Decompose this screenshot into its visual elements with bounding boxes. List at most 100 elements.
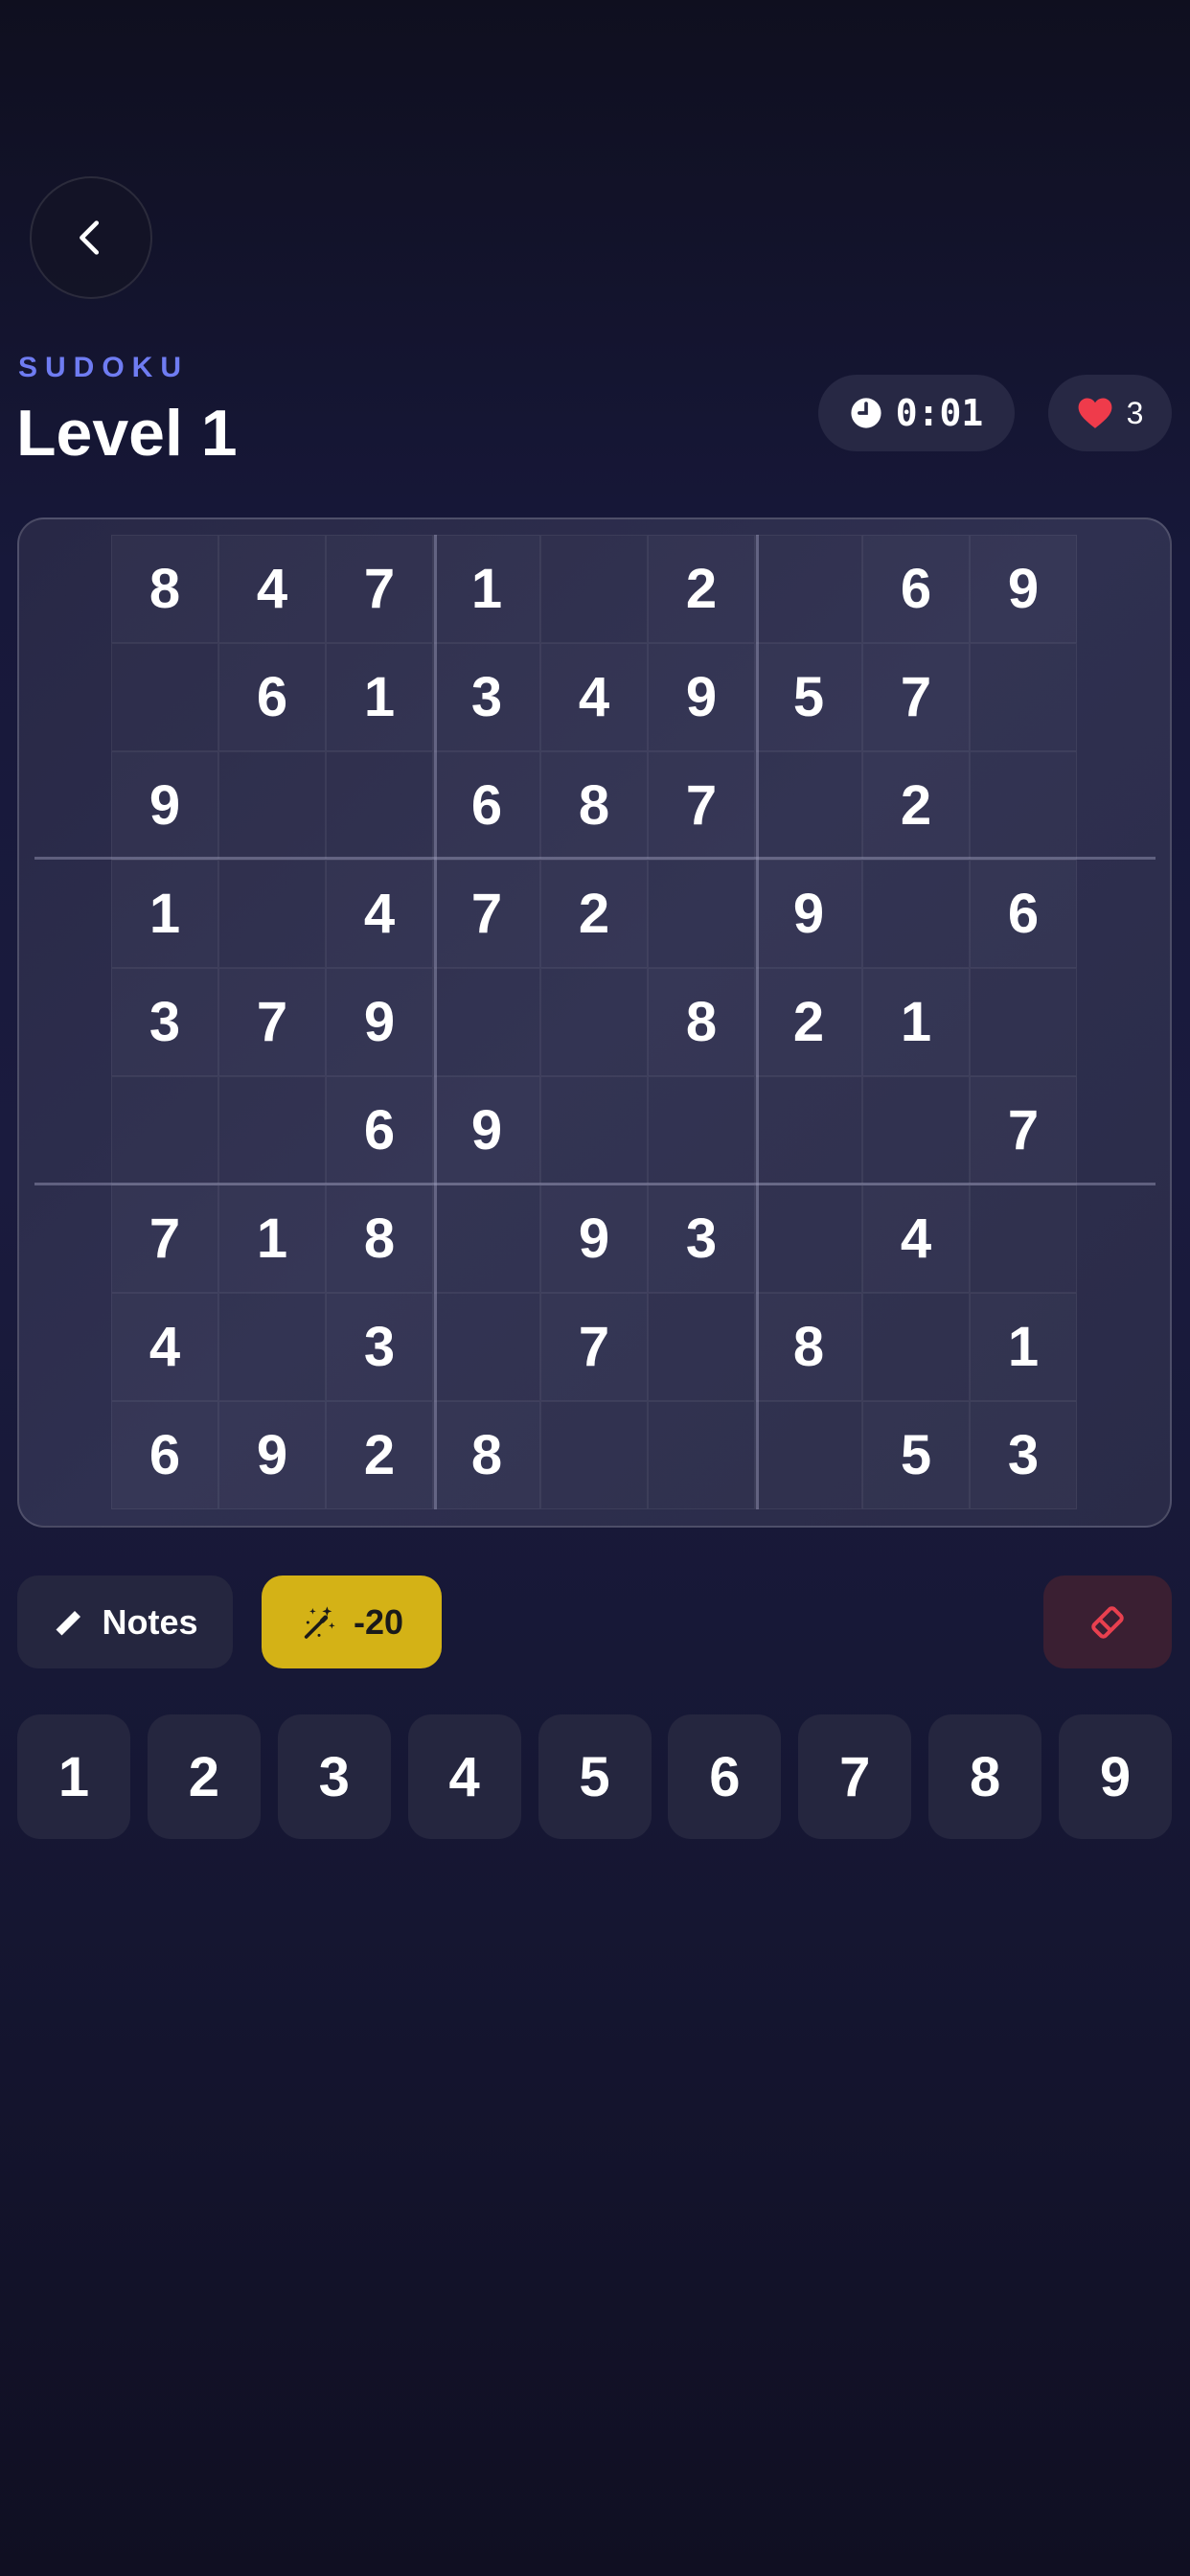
- board-cell[interactable]: [218, 1293, 326, 1401]
- number-key-3[interactable]: 3: [277, 1714, 391, 1839]
- board-cell[interactable]: 4: [862, 1184, 970, 1293]
- number-key-4[interactable]: 4: [407, 1714, 521, 1839]
- board-cell[interactable]: [970, 643, 1077, 751]
- board-cell[interactable]: 9: [540, 1184, 648, 1293]
- clock-icon: [851, 398, 881, 428]
- board-cell[interactable]: [970, 968, 1077, 1076]
- notes-button[interactable]: Notes: [17, 1576, 233, 1668]
- board-cell[interactable]: 1: [218, 1184, 326, 1293]
- board-cell[interactable]: 2: [755, 968, 862, 1076]
- board-cell[interactable]: 9: [433, 1076, 540, 1184]
- board-cell[interactable]: [862, 860, 970, 968]
- board-cell[interactable]: 2: [540, 860, 648, 968]
- board-cell[interactable]: 3: [433, 643, 540, 751]
- board-cell[interactable]: [218, 751, 326, 860]
- board-cell[interactable]: 4: [111, 1293, 218, 1401]
- board-cell[interactable]: 6: [862, 535, 970, 643]
- board-cell[interactable]: 7: [648, 751, 755, 860]
- board-cell[interactable]: [111, 643, 218, 751]
- board-cell[interactable]: 7: [862, 643, 970, 751]
- board-cell[interactable]: 8: [433, 1401, 540, 1509]
- board-cell[interactable]: 7: [111, 1184, 218, 1293]
- board-cell[interactable]: 8: [755, 1293, 862, 1401]
- board-cell[interactable]: [218, 860, 326, 968]
- board-cell[interactable]: 9: [218, 1401, 326, 1509]
- board-cell[interactable]: 2: [648, 535, 755, 643]
- board-cell[interactable]: 2: [326, 1401, 433, 1509]
- number-pad: 123456789: [17, 1714, 1172, 1839]
- board-cell[interactable]: 1: [862, 968, 970, 1076]
- back-button[interactable]: [30, 176, 152, 299]
- board-cell[interactable]: [862, 1293, 970, 1401]
- board-cell[interactable]: 8: [326, 1184, 433, 1293]
- board-cell[interactable]: 4: [540, 643, 648, 751]
- erase-button[interactable]: [1043, 1576, 1172, 1668]
- board-cell[interactable]: [433, 1184, 540, 1293]
- board-cell[interactable]: [540, 535, 648, 643]
- board-cell[interactable]: 6: [326, 1076, 433, 1184]
- board-cell[interactable]: 6: [970, 860, 1077, 968]
- board-cell[interactable]: 8: [648, 968, 755, 1076]
- board-cell[interactable]: 9: [755, 860, 862, 968]
- box-divider-horizontal: [34, 857, 1156, 860]
- board-cell[interactable]: 8: [540, 751, 648, 860]
- board-cell[interactable]: [540, 1076, 648, 1184]
- number-key-2[interactable]: 2: [147, 1714, 261, 1839]
- board-cell[interactable]: 1: [326, 643, 433, 751]
- number-key-5[interactable]: 5: [538, 1714, 652, 1839]
- board-cell[interactable]: 4: [218, 535, 326, 643]
- board-cell[interactable]: 2: [862, 751, 970, 860]
- number-key-8[interactable]: 8: [928, 1714, 1042, 1839]
- board-cell[interactable]: [755, 1184, 862, 1293]
- board-cell[interactable]: 6: [111, 1401, 218, 1509]
- board-cell[interactable]: 9: [111, 751, 218, 860]
- board-cell[interactable]: 5: [862, 1401, 970, 1509]
- board-cell[interactable]: 5: [755, 643, 862, 751]
- board-cell[interactable]: 1: [111, 860, 218, 968]
- board-cell[interactable]: 7: [433, 860, 540, 968]
- board-cell[interactable]: 7: [218, 968, 326, 1076]
- board-cell[interactable]: [970, 1184, 1077, 1293]
- board-cell[interactable]: [755, 751, 862, 860]
- board-cell[interactable]: 8: [111, 535, 218, 643]
- board-cell[interactable]: 4: [326, 860, 433, 968]
- board-cell[interactable]: 7: [970, 1076, 1077, 1184]
- board-cell[interactable]: 1: [970, 1293, 1077, 1401]
- board-cell[interactable]: 3: [111, 968, 218, 1076]
- box-divider-vertical: [756, 535, 759, 1509]
- board-cell[interactable]: [433, 1293, 540, 1401]
- board-cell[interactable]: 6: [433, 751, 540, 860]
- board-cell[interactable]: 6: [218, 643, 326, 751]
- board-cell[interactable]: [648, 860, 755, 968]
- board-cell[interactable]: 1: [433, 535, 540, 643]
- number-key-9[interactable]: 9: [1059, 1714, 1172, 1839]
- hint-button[interactable]: -20: [262, 1576, 442, 1668]
- board-cell[interactable]: 9: [326, 968, 433, 1076]
- number-key-1[interactable]: 1: [17, 1714, 130, 1839]
- board-cell[interactable]: 7: [326, 535, 433, 643]
- board-cell[interactable]: 9: [970, 535, 1077, 643]
- box-divider-horizontal: [34, 1183, 1156, 1185]
- board-cell[interactable]: [755, 1401, 862, 1509]
- board-cell[interactable]: [433, 968, 540, 1076]
- board-cell[interactable]: [540, 1401, 648, 1509]
- board-cell[interactable]: 9: [648, 643, 755, 751]
- board-cell[interactable]: [648, 1401, 755, 1509]
- board-cell[interactable]: [755, 1076, 862, 1184]
- number-key-7[interactable]: 7: [798, 1714, 912, 1839]
- board-cell[interactable]: [218, 1076, 326, 1184]
- board-cell[interactable]: 3: [648, 1184, 755, 1293]
- board-cell[interactable]: 7: [540, 1293, 648, 1401]
- board-cell[interactable]: [648, 1076, 755, 1184]
- board-cell[interactable]: [755, 535, 862, 643]
- board-cell[interactable]: [540, 968, 648, 1076]
- board-cell[interactable]: 3: [970, 1401, 1077, 1509]
- timer-value: 0:01: [895, 392, 984, 434]
- board-cell[interactable]: [111, 1076, 218, 1184]
- board-cell[interactable]: 3: [326, 1293, 433, 1401]
- board-cell[interactable]: [648, 1293, 755, 1401]
- number-key-6[interactable]: 6: [668, 1714, 782, 1839]
- board-cell[interactable]: [970, 751, 1077, 860]
- board-cell[interactable]: [326, 751, 433, 860]
- board-cell[interactable]: [862, 1076, 970, 1184]
